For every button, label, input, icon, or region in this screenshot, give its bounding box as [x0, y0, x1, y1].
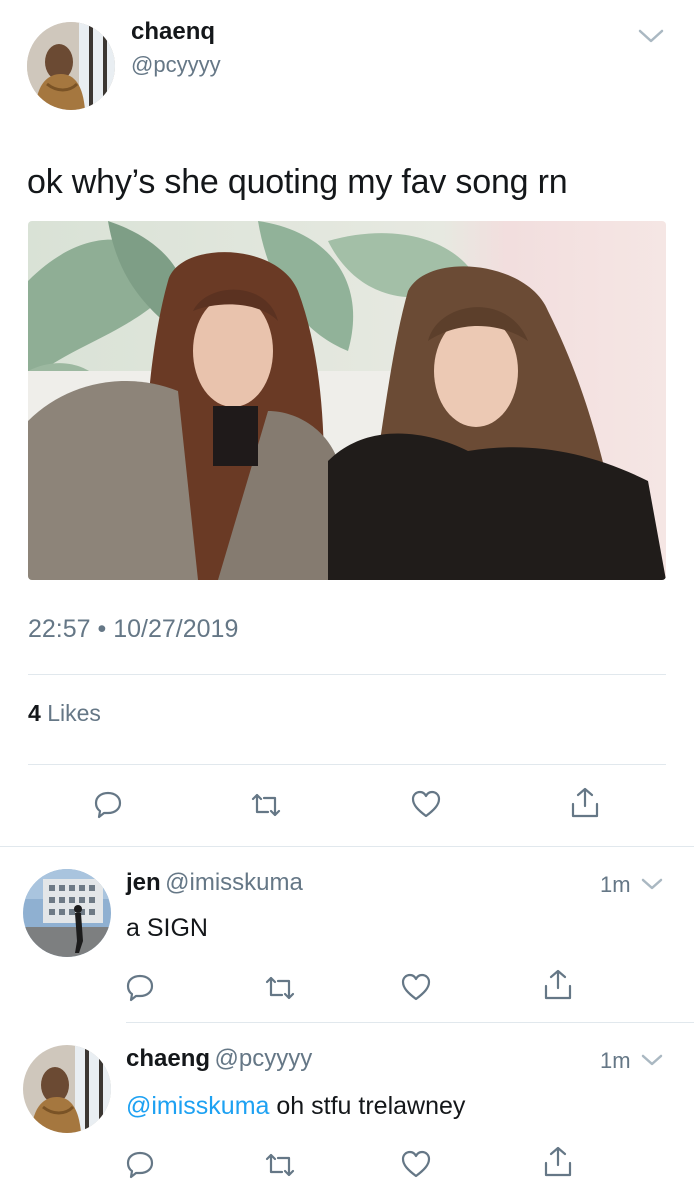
reply-mention-link[interactable]: @imisskuma	[126, 1092, 269, 1120]
reply-icon[interactable]	[125, 1149, 155, 1184]
tweet-date: 10/27/2019	[113, 615, 239, 643]
divider	[0, 846, 694, 847]
like-icon[interactable]	[400, 1149, 432, 1184]
tweet-timestamp: 22:57 • 10/27/2019	[28, 615, 238, 644]
reply-options-chevron-down-icon[interactable]	[640, 1053, 664, 1072]
reply-text: @imisskuma oh stfu trelawney	[126, 1092, 465, 1121]
reply-text: a SIGN	[126, 914, 208, 942]
tweet-options-chevron-down-icon[interactable]	[637, 27, 665, 50]
reply-author-name[interactable]: jen	[126, 869, 161, 896]
author-avatar[interactable]	[27, 22, 115, 110]
tweet-text: ok why’s she quoting my fav song rn	[27, 163, 568, 201]
timestamp-separator: •	[97, 615, 107, 643]
likes-count: 4	[28, 700, 41, 726]
share-icon[interactable]	[568, 786, 602, 825]
reply-icon[interactable]	[93, 789, 123, 824]
retweet-icon[interactable]	[262, 1150, 298, 1185]
like-icon[interactable]	[410, 789, 442, 824]
likes-label: Likes	[47, 700, 101, 726]
reply-author-handle[interactable]: @imisskuma	[165, 869, 303, 896]
author-name[interactable]: chaenq	[131, 18, 215, 46]
reply-header: jen @imisskuma	[126, 869, 303, 897]
reply-author-name[interactable]: chaeng	[126, 1045, 210, 1072]
reply-avatar[interactable]	[23, 869, 111, 957]
divider	[126, 1022, 694, 1023]
retweet-icon[interactable]	[262, 973, 298, 1008]
divider	[28, 674, 666, 675]
reply-icon[interactable]	[125, 972, 155, 1007]
reply-options-chevron-down-icon[interactable]	[640, 877, 664, 896]
reply-author-handle[interactable]: @pcyyyy	[214, 1045, 312, 1072]
share-icon[interactable]	[541, 1145, 575, 1184]
tweet-media-image[interactable]	[28, 221, 666, 580]
author-handle[interactable]: @pcyyyy	[131, 52, 221, 78]
reply-avatar[interactable]	[23, 1045, 111, 1133]
reply-header: chaeng @pcyyyy	[126, 1045, 312, 1073]
likes-stat[interactable]: 4 Likes	[28, 700, 101, 727]
tweet-time: 22:57	[28, 615, 91, 643]
divider	[28, 764, 666, 765]
reply-time: 1m	[600, 872, 631, 897]
reply-time: 1m	[600, 1048, 631, 1073]
share-icon[interactable]	[541, 968, 575, 1007]
retweet-icon[interactable]	[248, 790, 284, 825]
reply-body: oh stfu trelawney	[269, 1092, 466, 1120]
like-icon[interactable]	[400, 972, 432, 1007]
